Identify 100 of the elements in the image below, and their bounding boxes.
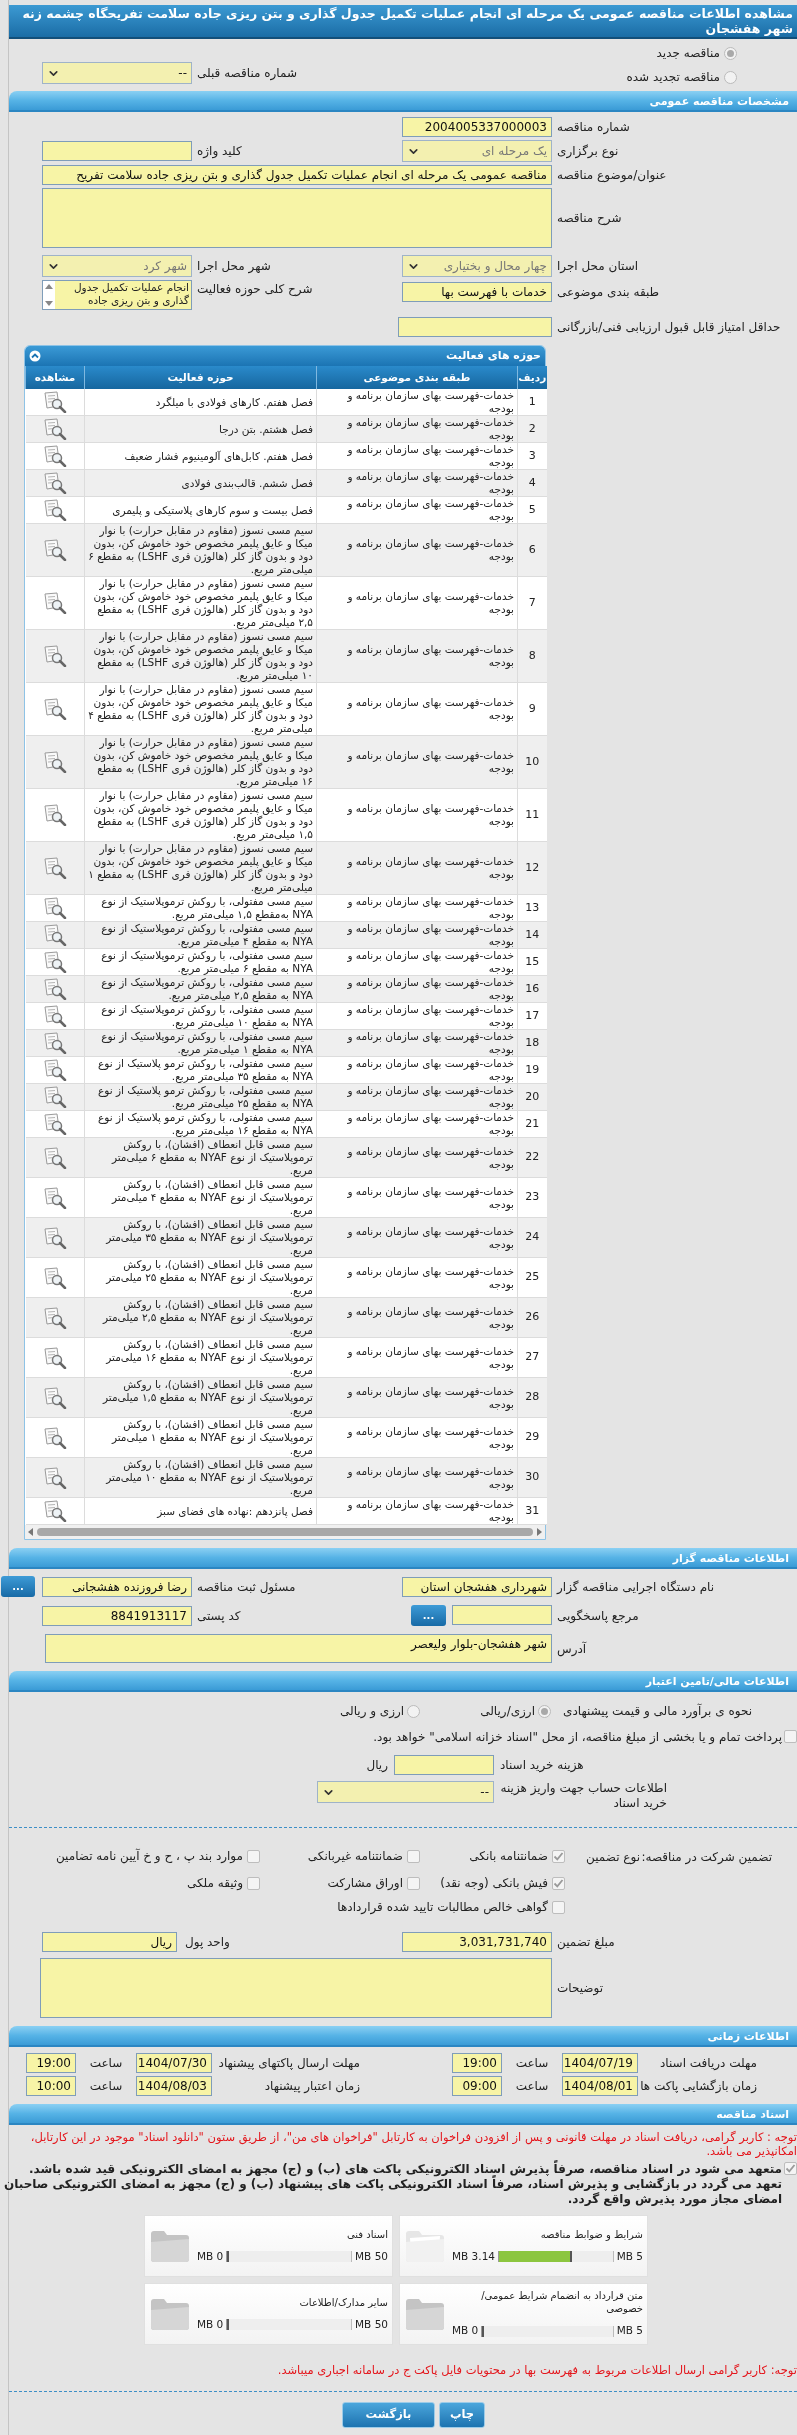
table-cell: 25 [517,1257,547,1298]
field-label: توضیحات [557,1980,604,1997]
document-search-icon[interactable] [42,1266,67,1289]
time-field[interactable]: 09:00 [452,2076,502,2096]
keyword-field[interactable] [42,141,192,161]
date-field[interactable]: 1404/08/03 [136,2076,212,2096]
account-select[interactable]: -- [317,1781,494,1803]
previous-tender-select[interactable]: -- [42,62,192,84]
guarantee-amount-field[interactable]: 3,031,731,740 [402,1932,552,1952]
checkbox[interactable] [784,2162,797,2175]
radio-button[interactable] [724,70,737,84]
table-cell: فصل هشتم. بتن درجا [84,415,317,443]
field-label: ارزی/ریالی [480,1703,535,1720]
agency-field[interactable]: شهرداری هفشجان استان [402,1576,552,1597]
document-search-icon[interactable] [42,1005,67,1027]
postal-code-field[interactable]: 8841913117 [42,1605,192,1626]
horizontal-scrollbar[interactable] [25,1525,545,1539]
file-name: شرایط و ضوابط مناقصه [539,2227,643,2241]
document-search-icon[interactable] [42,1426,67,1449]
date-field[interactable]: 1404/07/19 [562,2053,638,2073]
document-search-icon[interactable] [42,1032,67,1054]
document-search-icon[interactable] [42,951,67,973]
document-search-icon[interactable] [42,804,67,826]
field-label: حداقل امتیاز قابل قبول ارزیابی فنی/بازرگانی [557,319,781,336]
collapse-icon[interactable] [29,350,41,362]
table-cell: خدمات-فهرست بهای سازمان برنامه و بودجه [316,921,518,949]
document-search-icon[interactable] [42,924,67,946]
category-field[interactable]: خدمات با فهرست بها [402,282,552,302]
document-search-icon[interactable] [42,445,67,467]
document-search-icon[interactable] [42,1186,67,1209]
document-fee-field[interactable] [394,1755,494,1775]
back-button[interactable]: بازگشت [342,2402,435,2428]
table-cell: 18 [517,1029,547,1057]
checkbox[interactable] [552,1900,565,1914]
folder-icon [404,2296,446,2332]
subject-field[interactable]: مناقصه عمومی یک مرحله ای انجام عملیات تکمیل جدول گذاری و بتن ریزی جاده سلامت تفریح [42,165,552,185]
document-search-icon[interactable] [42,418,67,440]
checkbox[interactable] [247,1849,260,1863]
field-label: ضمانتنامه بانکی [469,1848,548,1865]
response-reference-field[interactable] [452,1605,552,1625]
document-search-icon[interactable] [42,1146,67,1169]
registrar-lookup-button[interactable]: ... [1,1576,35,1597]
document-search-icon[interactable] [42,1346,67,1369]
time-field[interactable]: 19:00 [452,2053,502,2073]
field-label: موارد بند پ ، ح و خ آیین نامه تضامین [55,1847,243,1865]
document-search-icon[interactable] [42,857,67,879]
checkbox[interactable] [407,1876,420,1890]
folder-icon [149,2296,191,2332]
checkbox[interactable] [247,1876,260,1890]
table-cell: 28 [517,1377,547,1418]
registrar-field[interactable]: رضا فروزنده هفشجانی [42,1576,192,1597]
file-name: سایر مدارک/اطلاعات [298,2295,388,2309]
checkbox[interactable] [552,1849,565,1863]
document-search-icon[interactable] [42,472,67,494]
table-cell: 4 [517,469,547,497]
table-cell: 1 [517,389,547,416]
checkbox[interactable] [552,1876,565,1890]
date-field[interactable]: 1404/07/30 [136,2053,212,2073]
document-search-icon[interactable] [42,698,67,720]
checkbox[interactable] [784,1730,797,1743]
checkbox[interactable] [407,1849,420,1863]
table-cell: 31 [517,1497,547,1525]
document-search-icon[interactable] [42,751,67,773]
document-search-icon[interactable] [42,1086,67,1108]
document-search-icon[interactable] [42,539,67,561]
table-cell: فصل پانزدهم :نهاده های فضای سبز [84,1497,317,1525]
document-search-icon[interactable] [42,1113,67,1135]
field-label: شهر محل اجرا [197,258,271,275]
response-lookup-button[interactable]: ... [411,1605,446,1626]
radio-button[interactable] [407,1704,421,1718]
print-button[interactable]: چاپ [439,2402,485,2428]
table-cell: سیم مسی مفتولی، با روکش ترموپلاستیک از نوع NYA به مقطع ۲,۵ میلی‌متر مربع. [84,975,317,1003]
document-search-icon[interactable] [42,897,67,919]
document-search-icon[interactable] [42,391,67,413]
min-score-field[interactable] [398,317,552,337]
document-search-icon[interactable] [42,1386,67,1409]
document-search-icon[interactable] [42,1466,67,1489]
radio-button[interactable] [538,1704,551,1718]
activity-summary-list[interactable]: انجام عملیات تکمیل جدول گذاری و بتن ریزی جاده [42,280,192,310]
tender-number-field[interactable]: 2004005337000003 [402,117,552,137]
time-field[interactable]: 10:00 [26,2076,76,2096]
field-label: کد پستی [197,1607,241,1625]
document-search-icon[interactable] [42,499,67,521]
document-search-icon[interactable] [42,1059,67,1081]
document-search-icon[interactable] [42,1306,67,1329]
address-textarea[interactable]: شهر هفشجان-بلوار ولیعصر [45,1634,552,1663]
field-label: مناقصه جدید [656,45,720,62]
document-search-icon[interactable] [42,1226,67,1249]
currency-field[interactable]: ریال [42,1932,177,1952]
radio-button[interactable] [724,46,737,60]
table-cell: سیم مسی قابل انعطاف (افشان)، با روکش ترموپلاستیک از نوع NYAF به مقطع ۲,۵ میلی‌متر مربع. [84,1297,317,1338]
date-field[interactable]: 1404/08/01 [562,2076,638,2096]
document-search-icon[interactable] [42,645,67,667]
document-search-icon[interactable] [42,592,67,614]
table-cell: 16 [517,975,547,1003]
document-search-icon[interactable] [42,1500,67,1522]
table-cell: خدمات-فهرست بهای سازمان برنامه و بودجه [316,442,518,470]
table-cell: سیم مسی قابل انعطاف (افشان)، با روکش ترموپلاستیک از نوع NYAF به مقطع ۴ میلی‌متر مربع. [84,1177,317,1218]
time-field[interactable]: 19:00 [26,2053,76,2073]
document-search-icon[interactable] [42,978,67,1000]
